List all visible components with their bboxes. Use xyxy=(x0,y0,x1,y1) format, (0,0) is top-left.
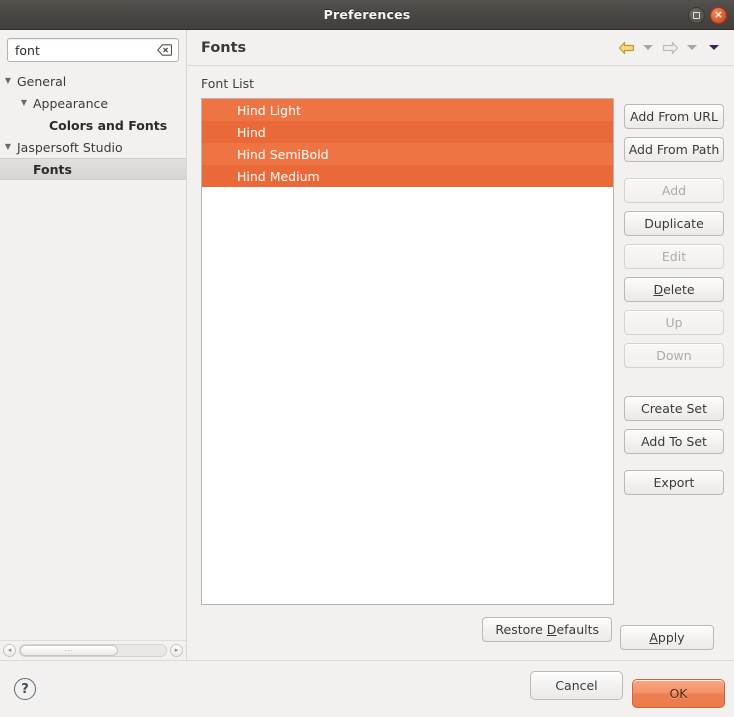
title-bar: Preferences × xyxy=(0,0,734,30)
button-label: Create Set xyxy=(640,401,708,416)
list-item[interactable]: Hind xyxy=(202,121,613,143)
edit-button: Edit xyxy=(624,244,724,269)
button-label: Export xyxy=(653,475,695,490)
clear-icon[interactable] xyxy=(157,44,172,56)
apply-label: Apply xyxy=(649,630,685,645)
tree-item-fonts[interactable]: Fonts xyxy=(0,158,186,180)
list-item[interactable]: Hind Light xyxy=(202,99,613,121)
up-button: Up xyxy=(624,310,724,335)
apply-button[interactable]: Apply xyxy=(620,625,714,650)
preferences-tree[interactable]: ▼ General ▼ Appearance Colors and Fonts ▼ Jasp… xyxy=(0,68,186,640)
duplicate-button[interactable]: Duplicate xyxy=(624,211,724,236)
export-button[interactable]: Export xyxy=(624,470,724,495)
button-group-separator xyxy=(624,162,724,178)
add-button: Add xyxy=(624,178,724,203)
horizontal-scrollbar[interactable]: ◂ ⋯ ▸ xyxy=(0,640,186,660)
button-label: Edit xyxy=(661,249,687,264)
add-from-url-button[interactable]: Add From URL xyxy=(624,104,724,129)
dialog-buttons: Cancel OK xyxy=(530,670,725,708)
tree-item-label: Fonts xyxy=(33,161,72,177)
tree-item-label: Colors and Fonts xyxy=(49,117,168,133)
delete-button[interactable]: Delete xyxy=(624,277,724,302)
down-button: Down xyxy=(624,343,724,368)
preferences-content-pane: Fonts Font List Hind Light Hind Hind Sem… xyxy=(187,30,734,660)
back-history-chevron-down-icon[interactable] xyxy=(638,37,658,59)
scrollbar-track[interactable]: ⋯ xyxy=(19,644,167,657)
tree-item-label: General xyxy=(17,73,67,89)
forward-arrow-icon[interactable] xyxy=(660,37,680,59)
button-label: Down xyxy=(656,348,692,363)
button-label: Add From Path xyxy=(628,142,720,157)
font-list[interactable]: Hind Light Hind Hind SemiBold Hind Medium xyxy=(201,98,614,605)
page-title: Fonts xyxy=(201,39,247,56)
button-label: Add xyxy=(661,183,687,198)
font-name: Hind Medium xyxy=(237,168,320,184)
create-set-button[interactable]: Create Set xyxy=(624,396,724,421)
preferences-navigation-pane: ▼General▼AppearanceColors and Fonts▼Jasp… xyxy=(0,30,187,660)
add-from-path-button[interactable]: Add From Path xyxy=(624,137,724,162)
tree-item-colors-and-fonts[interactable]: Colors and Fonts xyxy=(0,114,186,136)
tree-item-label: Jaspersoft Studio xyxy=(17,139,123,155)
button-label: Add To Set xyxy=(641,434,707,449)
help-icon[interactable]: ? xyxy=(14,678,36,700)
dialog-body: ▼General▼AppearanceColors and Fonts▼Jasp… xyxy=(0,30,734,660)
button-label: Add From URL xyxy=(630,109,718,124)
font-list-label: Font List xyxy=(201,76,255,91)
scrollbar-thumb[interactable]: ⋯ xyxy=(20,645,118,656)
add-to-set-button[interactable]: Add To Set xyxy=(624,429,724,454)
filter-area xyxy=(0,30,186,68)
list-item[interactable]: Hind SemiBold xyxy=(202,143,613,165)
tree-item-appearance[interactable]: ▼ Appearance xyxy=(0,92,186,114)
page-header: Fonts xyxy=(187,30,734,66)
cancel-button[interactable]: Cancel xyxy=(530,670,623,700)
scroll-left-icon[interactable]: ◂ xyxy=(3,644,16,657)
tree-expander-icon[interactable]: ▼ xyxy=(0,77,16,85)
tree-item-label: Appearance xyxy=(33,95,109,111)
close-icon[interactable]: × xyxy=(710,6,727,24)
page-action-buttons: Restore Defaults Apply xyxy=(201,605,724,660)
button-label: Up xyxy=(665,315,683,330)
list-item[interactable]: Hind Medium xyxy=(202,165,613,187)
font-name: Hind SemiBold xyxy=(237,146,329,162)
button-group-separator xyxy=(624,368,724,396)
window-title: Preferences xyxy=(323,7,411,22)
font-actions-column: Add From URL Add From Path Add Duplicate Edi… xyxy=(624,98,724,605)
forward-history-chevron-down-icon[interactable] xyxy=(682,37,702,59)
maximize-icon[interactable] xyxy=(688,6,705,24)
tree-expander-icon[interactable]: ▼ xyxy=(0,143,16,151)
ok-button[interactable]: OK xyxy=(632,678,725,708)
scroll-right-icon[interactable]: ▸ xyxy=(170,644,183,657)
font-name: Hind Light xyxy=(237,102,301,118)
preferences-dialog: Preferences × ▼General▼Appe xyxy=(0,0,734,717)
restore-defaults-button[interactable]: Restore Defaults xyxy=(482,617,612,642)
tree-item-general[interactable]: ▼ General xyxy=(0,70,186,92)
filter-box[interactable] xyxy=(7,38,179,62)
button-group-separator xyxy=(624,454,724,470)
fonts-page: Font List Hind Light Hind Hind SemiBold Hin… xyxy=(187,66,734,660)
font-list-area: Hind Light Hind Hind SemiBold Hind Medium A… xyxy=(201,98,724,605)
back-arrow-icon[interactable] xyxy=(616,37,636,59)
tree-expander-icon[interactable]: ▼ xyxy=(16,99,32,107)
view-menu-chevron-down-icon[interactable] xyxy=(704,37,724,59)
restore-defaults-label: Restore Defaults xyxy=(495,622,599,637)
search-input[interactable] xyxy=(8,39,178,61)
window-controls: × xyxy=(688,0,727,30)
dialog-footer: ? Cancel OK xyxy=(0,660,734,717)
font-name: Hind xyxy=(237,124,266,140)
navigation-toolbar xyxy=(616,37,724,59)
button-label: Delete xyxy=(653,282,695,297)
tree-item-jaspersoft-studio[interactable]: ▼ Jaspersoft Studio xyxy=(0,136,186,158)
button-label: Duplicate xyxy=(644,216,704,231)
